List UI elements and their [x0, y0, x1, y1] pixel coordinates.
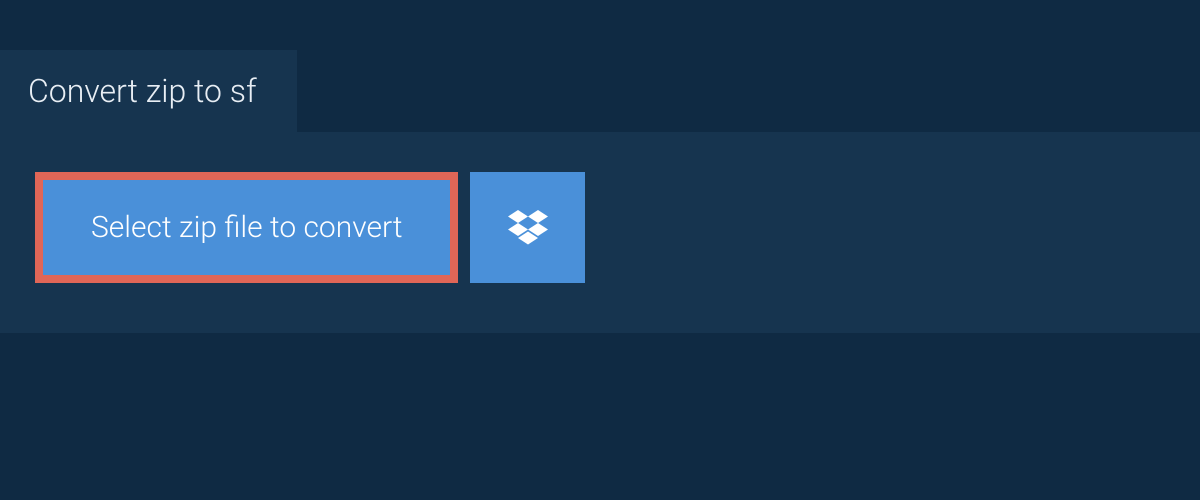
- button-row: Select zip file to convert: [35, 172, 1165, 283]
- select-file-button[interactable]: Select zip file to convert: [35, 172, 458, 283]
- dropbox-button[interactable]: [470, 172, 585, 283]
- dropbox-icon: [508, 210, 548, 246]
- select-file-label: Select zip file to convert: [91, 210, 402, 245]
- page-title: Convert zip to sf: [28, 72, 257, 110]
- tab-header: Convert zip to sf: [0, 50, 297, 132]
- upload-panel: Select zip file to convert: [0, 132, 1200, 333]
